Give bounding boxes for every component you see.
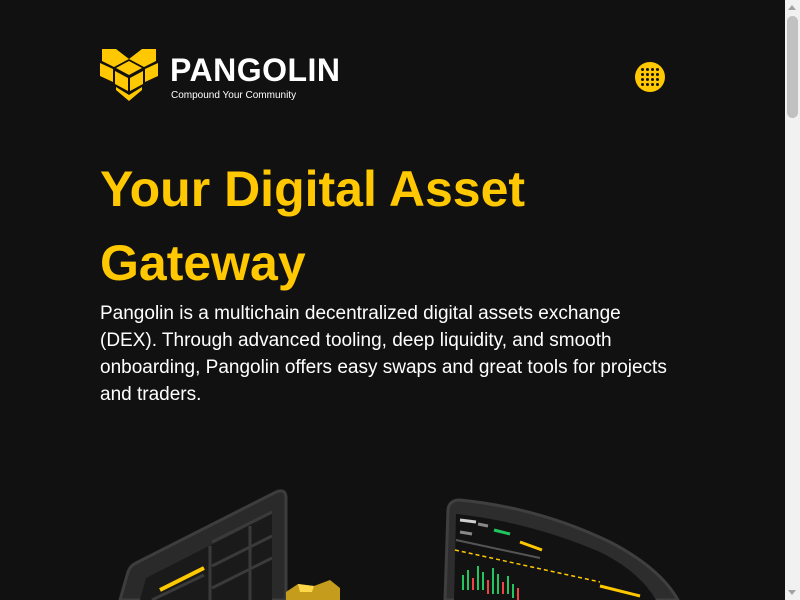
menu-button[interactable] <box>635 62 665 92</box>
hero-description: Pangolin is a multichain decentralized d… <box>100 303 667 405</box>
brand-name: PANGOLIN <box>170 52 341 88</box>
page: PANGOLIN Compound Your Community Your Di… <box>0 0 800 600</box>
token-illustration <box>286 580 340 600</box>
grid-menu-icon <box>641 68 644 71</box>
scroll-down-arrow-icon[interactable] <box>788 590 796 595</box>
tablet-illustration <box>118 489 288 600</box>
hero-title: Your Digital Asset Gateway <box>100 161 526 291</box>
hero-illustration <box>118 489 680 600</box>
logo[interactable]: PANGOLIN Compound Your Community <box>100 49 341 102</box>
pangolin-logo-icon <box>100 49 158 101</box>
page-scrollbar[interactable] <box>785 0 800 600</box>
chart-monitor-illustration <box>443 498 680 600</box>
brand-tagline: Compound Your Community <box>171 90 297 101</box>
scroll-up-arrow-icon[interactable] <box>788 5 796 10</box>
scrollbar-thumb[interactable] <box>787 16 798 118</box>
